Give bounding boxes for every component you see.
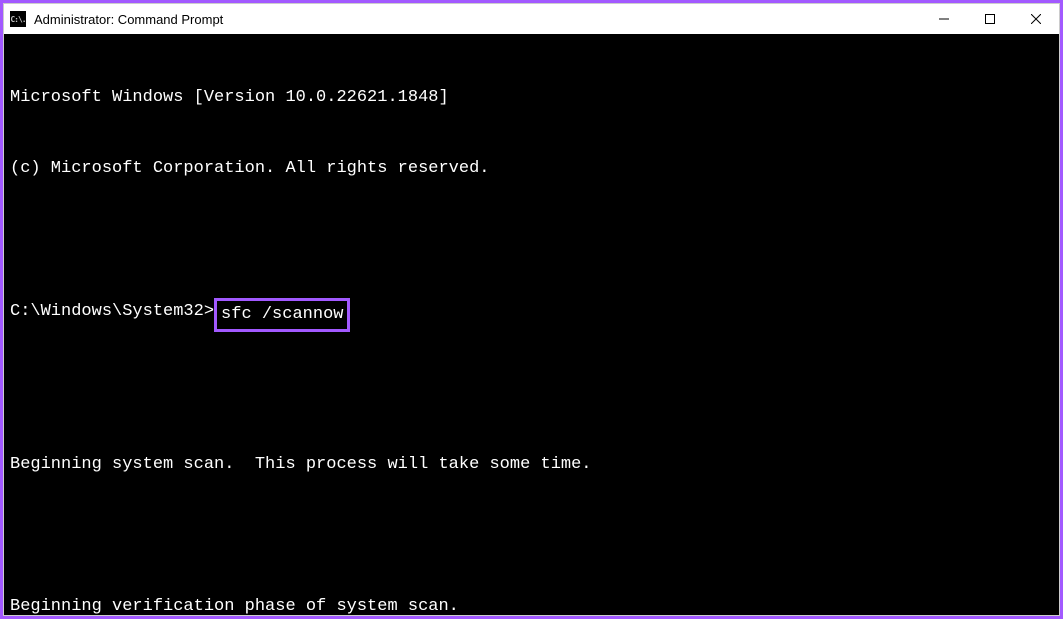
close-icon [1031, 14, 1041, 24]
titlebar[interactable]: C:\. Administrator: Command Prompt [4, 4, 1059, 34]
command-prompt-window: C:\. Administrator: Command Prompt Micro… [3, 3, 1060, 616]
command-text: sfc /scannow [221, 305, 343, 324]
output-line: Beginning system scan. This process will… [10, 453, 1053, 477]
output-line: (c) Microsoft Corporation. All rights re… [10, 157, 1053, 181]
cmd-icon-text: C:\. [10, 15, 25, 24]
blank-line [10, 228, 1053, 252]
window-title: Administrator: Command Prompt [34, 12, 921, 27]
terminal-output[interactable]: Microsoft Windows [Version 10.0.22621.18… [4, 34, 1059, 615]
maximize-button[interactable] [967, 4, 1013, 34]
output-line: Microsoft Windows [Version 10.0.22621.18… [10, 86, 1053, 110]
window-controls [921, 4, 1059, 34]
maximize-icon [985, 14, 995, 24]
output-line: Beginning verification phase of system s… [10, 595, 1053, 615]
minimize-button[interactable] [921, 4, 967, 34]
minimize-icon [939, 14, 949, 24]
blank-line [10, 524, 1053, 548]
blank-line [10, 381, 1053, 405]
cmd-icon: C:\. [10, 11, 26, 27]
prompt-path: C:\Windows\System32> [10, 300, 214, 334]
highlighted-command: sfc /scannow [214, 298, 350, 332]
prompt-line: C:\Windows\System32> sfc /scannow [10, 300, 1053, 334]
close-button[interactable] [1013, 4, 1059, 34]
